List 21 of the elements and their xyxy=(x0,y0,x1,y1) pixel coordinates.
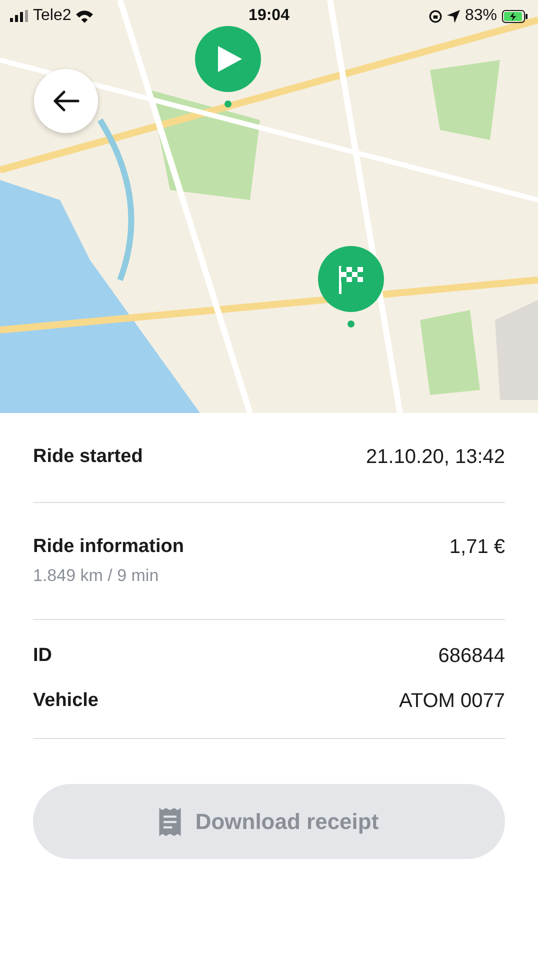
finish-flag-pin-icon xyxy=(317,246,385,328)
detail-label: Vehicle xyxy=(33,690,98,712)
detail-value: ATOM 0077 xyxy=(399,690,505,713)
battery-percentage: 83% xyxy=(464,7,497,25)
detail-label: Ride information xyxy=(33,536,184,558)
start-pin-icon xyxy=(194,26,262,108)
receipt-icon xyxy=(159,808,182,836)
back-arrow-icon xyxy=(52,90,80,112)
detail-label: Ride started xyxy=(33,446,143,468)
location-arrow-icon xyxy=(446,10,460,22)
wifi-icon xyxy=(76,10,94,22)
detail-label: ID xyxy=(33,645,52,667)
carrier-name: Tele2 xyxy=(33,7,72,25)
clock-time: 19:04 xyxy=(248,7,290,25)
detail-subtext: 1.849 km / 9 min xyxy=(33,566,160,586)
detail-value: 21.10.20, 13:42 xyxy=(366,446,505,469)
battery-icon xyxy=(502,10,528,22)
detail-value: 686844 xyxy=(438,645,505,668)
rotation-lock-icon xyxy=(428,10,442,22)
detail-value: 1,71 € xyxy=(449,536,505,559)
signal-icon xyxy=(10,10,28,22)
